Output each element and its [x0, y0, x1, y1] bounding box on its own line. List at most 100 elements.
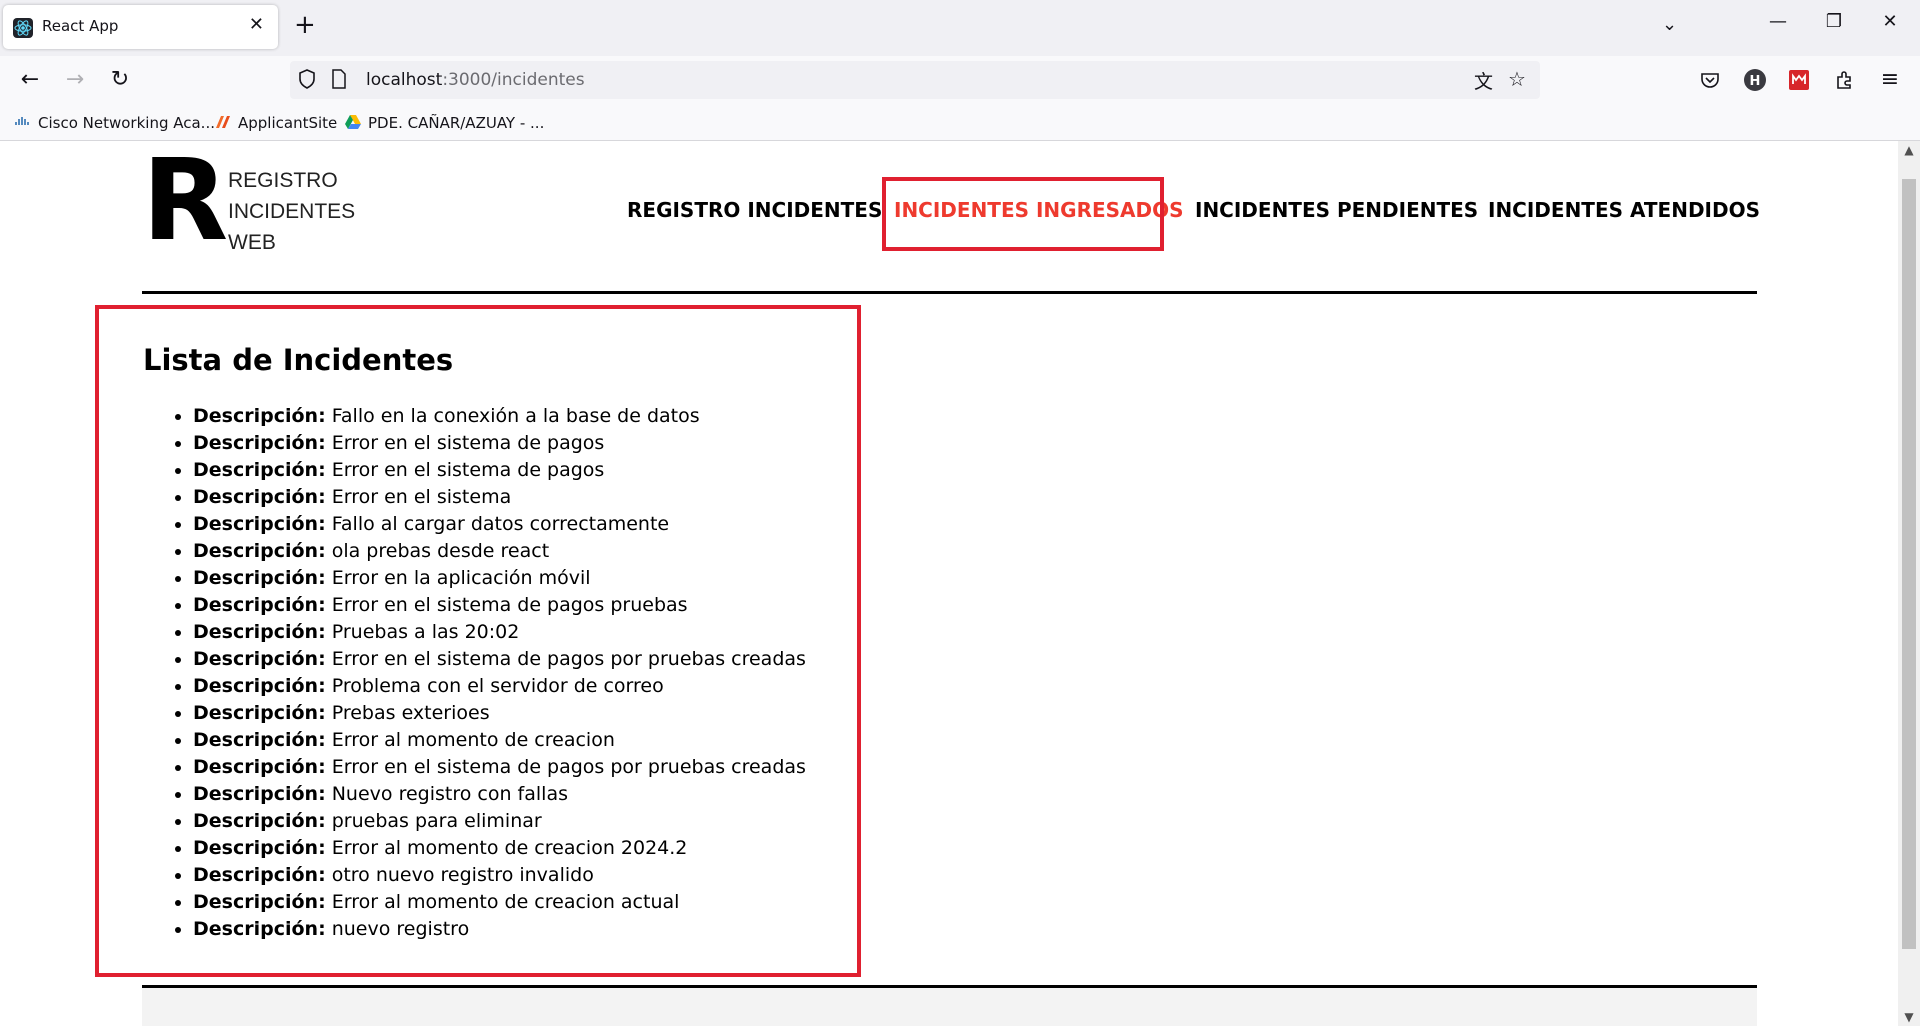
incident-description: Error en el sistema de pagos pruebas: [331, 594, 688, 616]
account-avatar-icon[interactable]: H: [1740, 65, 1770, 95]
bookmark-pde[interactable]: PDE. CAÑAR/AZUAY - ...: [344, 114, 544, 132]
incident-field-label: Descripción:: [193, 918, 326, 940]
browser-toolbar: ← → ↻ localhost:3000/incidentes 文 ☆ H ≡: [0, 56, 1920, 106]
incident-item: Descripción: Error al momento de creacio…: [193, 889, 806, 916]
incident-description: Error al momento de creacion: [331, 729, 615, 751]
back-icon[interactable]: ←: [15, 65, 45, 95]
incident-item: Descripción: Error en el sistema de pago…: [193, 457, 806, 484]
incident-field-label: Descripción:: [193, 756, 326, 778]
incident-description: Error en la aplicación móvil: [331, 567, 591, 589]
incident-field-label: Descripción:: [193, 837, 326, 859]
incident-item: Descripción: Error en el sistema de pago…: [193, 592, 806, 619]
browser-tab[interactable]: React App ✕: [3, 5, 278, 49]
header-divider: [142, 291, 1757, 294]
list-all-tabs-icon[interactable]: ⌄: [1662, 14, 1677, 35]
logo-line: WEB: [228, 231, 276, 254]
incident-field-label: Descripción:: [193, 810, 326, 832]
incident-field-label: Descripción:: [193, 729, 326, 751]
extensions-puzzle-icon[interactable]: [1830, 65, 1860, 95]
incident-field-label: Descripción:: [193, 864, 326, 886]
url-text[interactable]: localhost:3000/incidentes: [366, 70, 585, 90]
incident-description: Error en el sistema de pagos por pruebas…: [331, 756, 806, 778]
cisco-icon: [14, 114, 32, 130]
incident-description: ola prebas desde react: [331, 540, 550, 562]
window-close-icon[interactable]: ✕: [1870, 11, 1910, 32]
incident-item: Descripción: Error en el sistema de pago…: [193, 646, 806, 673]
incident-item: Descripción: Error en el sistema de pago…: [193, 754, 806, 781]
logo-text: REGISTRO INCIDENTES WEB: [228, 165, 355, 258]
incident-item: Descripción: Prebas exterioes: [193, 700, 806, 727]
incident-item: Descripción: pruebas para eliminar: [193, 808, 806, 835]
incident-description: Problema con el servidor de correo: [331, 675, 664, 697]
translate-icon[interactable]: 文: [1474, 67, 1493, 94]
bookmark-applicantsite[interactable]: ApplicantSite: [214, 114, 337, 132]
svg-text:H: H: [1750, 74, 1761, 89]
new-tab-icon[interactable]: +: [294, 12, 316, 38]
list-title: Lista de Incidentes: [143, 343, 454, 377]
tab-close-icon[interactable]: ✕: [249, 14, 264, 35]
nav-registro-incidentes[interactable]: REGISTRO INCIDENTES: [627, 198, 882, 222]
incident-item: Descripción: Error en la aplicación móvi…: [193, 565, 806, 592]
bookmark-cisco[interactable]: Cisco Networking Aca...: [14, 114, 215, 132]
bookmark-label: ApplicantSite: [238, 114, 338, 132]
extension-red-icon[interactable]: [1784, 65, 1814, 95]
incident-item: Descripción: Error en el sistema: [193, 484, 806, 511]
incident-description: Fallo al cargar datos correctamente: [331, 513, 670, 535]
incident-item: Descripción: Nuevo registro con fallas: [193, 781, 806, 808]
incident-field-label: Descripción:: [193, 675, 326, 697]
logo-letter: R: [142, 141, 229, 266]
incident-description: Prebas exterioes: [331, 702, 490, 724]
bookmark-label: Cisco Networking Aca...: [38, 114, 215, 132]
incident-field-label: Descripción:: [193, 486, 326, 508]
scrollbar-thumb[interactable]: [1902, 179, 1916, 949]
incident-description: Error en el sistema de pagos: [331, 459, 605, 481]
browser-tab-bar: React App ✕ + ⌄ — ❐ ✕: [0, 0, 1920, 56]
incident-field-label: Descripción:: [193, 540, 326, 562]
incident-field-label: Descripción:: [193, 648, 326, 670]
incident-item: Descripción: nuevo registro: [193, 916, 806, 943]
bookmark-star-icon[interactable]: ☆: [1508, 67, 1526, 91]
address-bar[interactable]: localhost:3000/incidentes 文 ☆: [290, 61, 1540, 99]
incident-item: Descripción: Error al momento de creacio…: [193, 727, 806, 754]
google-drive-icon: [344, 114, 362, 130]
incident-field-label: Descripción:: [193, 432, 326, 454]
incident-field-label: Descripción:: [193, 891, 326, 913]
incident-field-label: Descripción:: [193, 459, 326, 481]
restore-icon[interactable]: ❐: [1814, 11, 1854, 32]
incident-item: Descripción: ola prebas desde react: [193, 538, 806, 565]
page-content: R REGISTRO INCIDENTES WEB REGISTRO INCID…: [0, 141, 1898, 1026]
minimize-icon[interactable]: —: [1758, 11, 1798, 32]
page-info-icon[interactable]: [330, 67, 348, 96]
incident-field-label: Descripción:: [193, 702, 326, 724]
scroll-down-icon[interactable]: ▼: [1898, 1010, 1920, 1024]
incident-field-label: Descripción:: [193, 567, 326, 589]
nav-incidentes-atendidos[interactable]: INCIDENTES ATENDIDOS: [1488, 198, 1760, 222]
scroll-up-icon[interactable]: ▲: [1898, 143, 1920, 157]
incident-field-label: Descripción:: [193, 405, 326, 427]
incident-description: Error en el sistema: [331, 486, 512, 508]
url-host: localhost: [366, 70, 443, 90]
incident-field-label: Descripción:: [193, 783, 326, 805]
bookmark-label: PDE. CAÑAR/AZUAY - ...: [368, 114, 545, 132]
page-scrollbar[interactable]: ▲ ▼: [1898, 141, 1920, 1026]
incident-field-label: Descripción:: [193, 621, 326, 643]
url-path: :3000/incidentes: [442, 70, 585, 90]
incident-description: Nuevo registro con fallas: [331, 783, 568, 805]
highlight-box-nav: [882, 177, 1164, 251]
incident-item: Descripción: otro nuevo registro invalid…: [193, 862, 806, 889]
incident-description: Error al momento de creacion actual: [331, 891, 680, 913]
incident-list: Descripción: Fallo en la conexión a la b…: [143, 403, 806, 943]
logo-line: REGISTRO: [228, 169, 338, 192]
forward-icon[interactable]: →: [60, 65, 90, 95]
reload-icon[interactable]: ↻: [105, 65, 135, 95]
pocket-icon[interactable]: [1695, 65, 1725, 95]
incident-description: Error en el sistema de pagos: [331, 432, 605, 454]
bookmarks-toolbar: Cisco Networking Aca... ApplicantSite PD…: [0, 106, 1920, 141]
app-menu-icon[interactable]: ≡: [1875, 65, 1905, 95]
nav-incidentes-pendientes[interactable]: INCIDENTES PENDIENTES: [1195, 198, 1478, 222]
logo-line: INCIDENTES: [228, 200, 356, 223]
incident-description: pruebas para eliminar: [331, 810, 542, 832]
incident-item: Descripción: Error en el sistema de pago…: [193, 430, 806, 457]
shield-icon[interactable]: [296, 67, 318, 96]
incident-description: otro nuevo registro invalido: [331, 864, 594, 886]
